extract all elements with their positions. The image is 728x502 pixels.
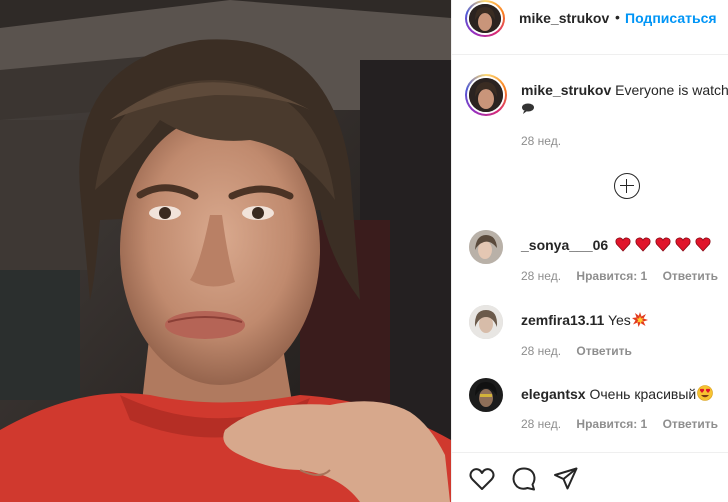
collision-emoji-icon bbox=[631, 312, 648, 330]
comment-item: elegantsx Очень красивый 28 нед. Нравитс… bbox=[452, 378, 728, 438]
comment-likes[interactable]: Нравится: 1 bbox=[576, 417, 647, 431]
caption-text: mike_strukov Everyone is watch bbox=[521, 82, 728, 98]
commenter-avatar[interactable] bbox=[469, 230, 503, 264]
comment-username[interactable]: _sonya___06 bbox=[521, 237, 608, 253]
comment-body: Очень красивый bbox=[589, 386, 697, 402]
comment-username[interactable]: zemfira13.11 bbox=[521, 312, 604, 328]
comment-item: _sonya___06 28 нед. Нравится: 1 Ответить bbox=[452, 230, 728, 290]
heart-emoji-icon bbox=[615, 237, 717, 255]
comment-meta: 28 нед. Нравится: 1 Ответить bbox=[521, 269, 728, 283]
reply-button[interactable]: Ответить bbox=[663, 269, 718, 283]
comment-meta: 28 нед. Ответить bbox=[521, 344, 644, 358]
comment-time: 28 нед. bbox=[521, 344, 562, 358]
heart-outline-icon[interactable] bbox=[468, 465, 496, 493]
comment-time: 28 нед. bbox=[521, 417, 562, 431]
author-avatar[interactable] bbox=[465, 0, 505, 37]
speech-bubble-icon bbox=[521, 103, 535, 117]
comment-bubble-icon[interactable] bbox=[510, 465, 538, 493]
comment-item: zemfira13.11 Yes 28 нед. Ответить bbox=[452, 305, 728, 365]
avatar-photo bbox=[469, 378, 503, 412]
selfie-image bbox=[0, 0, 451, 502]
comment-time: 28 нед. bbox=[521, 269, 562, 283]
caption-author-avatar[interactable] bbox=[465, 74, 507, 116]
heart-eyes-emoji-icon bbox=[697, 385, 714, 404]
reply-button[interactable]: Ответить bbox=[576, 344, 631, 358]
comment-text: _sonya___06 bbox=[521, 237, 717, 255]
avatar-photo bbox=[469, 305, 503, 339]
post-photo[interactable] bbox=[0, 0, 451, 502]
comment-text: zemfira13.11 Yes bbox=[521, 312, 648, 330]
comment-meta: 28 нед. Нравится: 1 Ответить bbox=[521, 417, 728, 431]
commenter-avatar[interactable] bbox=[469, 305, 503, 339]
reply-button[interactable]: Ответить bbox=[663, 417, 718, 431]
comment-username[interactable]: elegantsx bbox=[521, 386, 586, 402]
caption-body: Everyone is watch bbox=[615, 82, 728, 98]
paper-plane-icon[interactable] bbox=[552, 465, 580, 493]
separator-dot: • bbox=[615, 9, 620, 25]
avatar-photo bbox=[469, 230, 503, 264]
commenter-avatar[interactable] bbox=[469, 378, 503, 412]
post-header: mike_strukov • Подписаться bbox=[452, 0, 728, 55]
plus-circle-icon[interactable] bbox=[614, 173, 640, 199]
avatar-photo bbox=[469, 4, 501, 33]
caption-username[interactable]: mike_strukov bbox=[521, 82, 611, 98]
comment-text: elegantsx Очень красивый bbox=[521, 385, 714, 404]
post-action-bar bbox=[452, 452, 728, 502]
instagram-post-view: mike_strukov • Подписаться mike_strukov … bbox=[0, 0, 728, 502]
post-side-panel: mike_strukov • Подписаться mike_strukov … bbox=[451, 0, 728, 502]
author-username[interactable]: mike_strukov bbox=[519, 10, 609, 26]
comment-likes[interactable]: Нравится: 1 bbox=[576, 269, 647, 283]
follow-button[interactable]: Подписаться bbox=[625, 10, 717, 26]
avatar-photo bbox=[469, 78, 503, 112]
comment-body: Yes bbox=[607, 312, 631, 328]
caption-timestamp: 28 нед. bbox=[521, 134, 562, 148]
